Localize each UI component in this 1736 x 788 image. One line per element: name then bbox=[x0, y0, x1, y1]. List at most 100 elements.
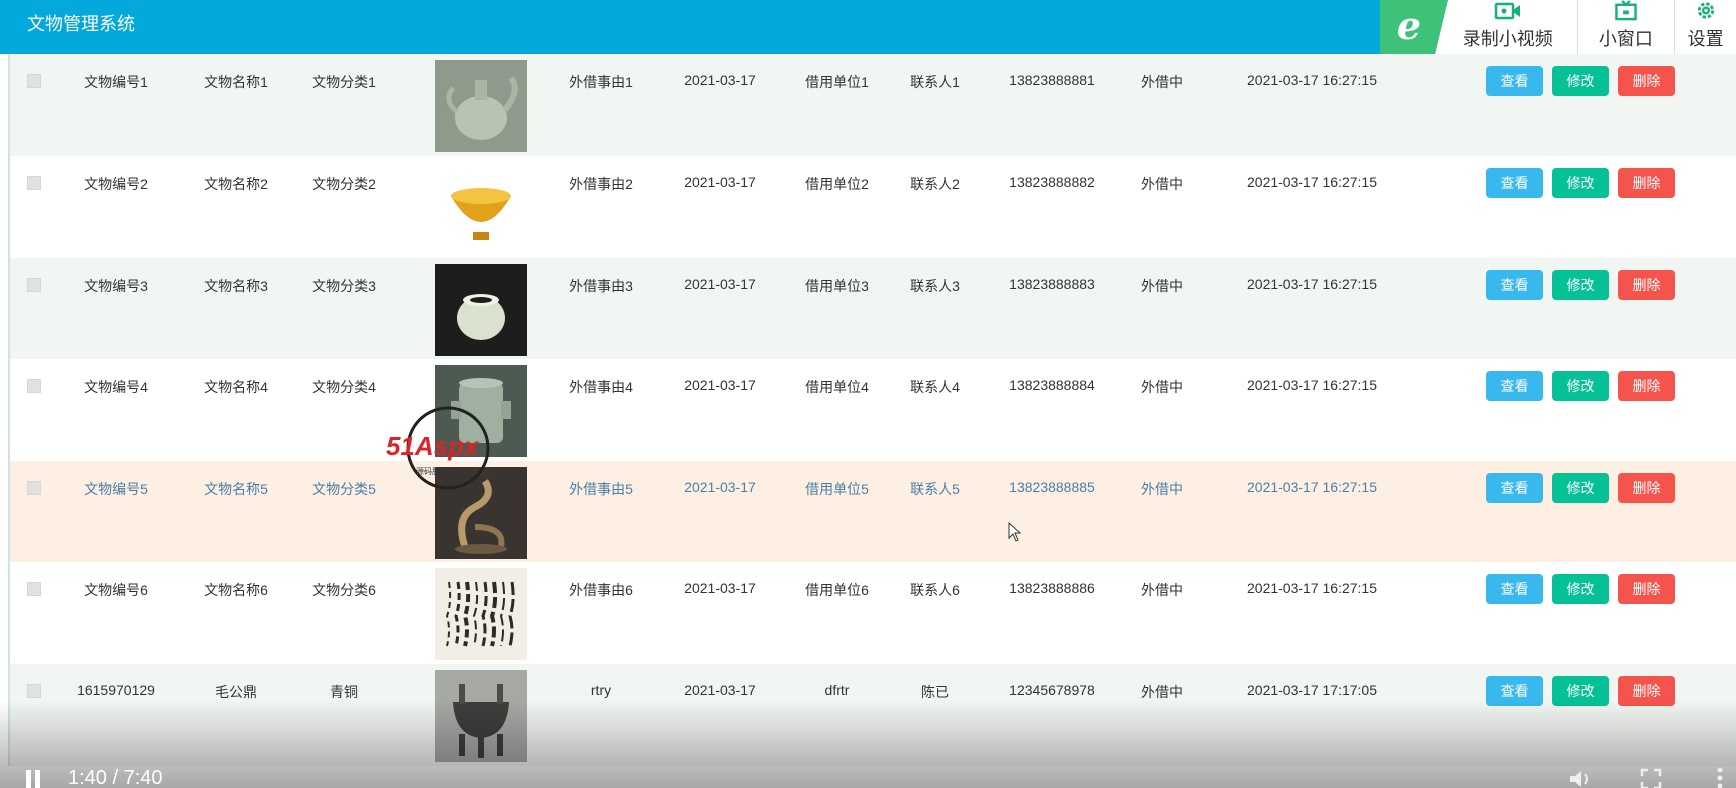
cell-reason: 外借事由1 bbox=[569, 74, 633, 90]
cell-contact: 联系人6 bbox=[910, 582, 960, 598]
artifact-thumbnail bbox=[435, 568, 527, 660]
cell-contact: 联系人4 bbox=[910, 379, 960, 395]
record-video-button[interactable]: 录制小视频 bbox=[1439, 0, 1577, 57]
view-button[interactable]: 查看 bbox=[1486, 371, 1543, 401]
row-checkbox[interactable] bbox=[27, 684, 41, 698]
video-time: 1:40 / 7:40 bbox=[68, 767, 163, 788]
delete-button[interactable]: 删除 bbox=[1618, 371, 1675, 401]
cell-date: 2021-03-17 bbox=[684, 377, 756, 393]
cell-borrower: 借用单位4 bbox=[805, 379, 869, 395]
cell-contact: 陈已 bbox=[921, 684, 949, 700]
delete-button[interactable]: 删除 bbox=[1618, 473, 1675, 503]
cell-code: 文物编号3 bbox=[84, 278, 148, 294]
cell-name: 文物名称1 bbox=[204, 74, 268, 90]
cell-date: 2021-03-17 bbox=[684, 276, 756, 292]
row-checkbox[interactable] bbox=[27, 481, 41, 495]
view-button[interactable]: 查看 bbox=[1486, 168, 1543, 198]
artifact-thumbnail bbox=[435, 60, 527, 152]
cell-phone: 13823888881 bbox=[1009, 72, 1095, 88]
cell-reason: 外借事由3 bbox=[569, 278, 633, 294]
row-checkbox[interactable] bbox=[27, 74, 41, 88]
cell-created: 2021-03-17 17:17:05 bbox=[1247, 682, 1377, 698]
artifact-thumbnail bbox=[435, 264, 527, 356]
cell-contact: 联系人5 bbox=[910, 481, 960, 497]
cell-date: 2021-03-17 bbox=[684, 580, 756, 596]
cell-borrower: dfrtr bbox=[824, 682, 850, 698]
cell-category: 文物分类5 bbox=[312, 481, 376, 497]
row-checkbox[interactable] bbox=[27, 582, 41, 596]
mini-window-button[interactable]: 小窗口 bbox=[1576, 0, 1675, 57]
cell-status: 外借中 bbox=[1141, 74, 1183, 90]
cell-borrower: 借用单位5 bbox=[805, 481, 869, 497]
delete-button[interactable]: 删除 bbox=[1618, 66, 1675, 96]
cell-created: 2021-03-17 16:27:15 bbox=[1247, 72, 1377, 88]
edit-button[interactable]: 修改 bbox=[1552, 270, 1609, 300]
cell-category: 文物分类4 bbox=[312, 379, 376, 395]
cell-created: 2021-03-17 16:27:15 bbox=[1247, 479, 1377, 495]
artifact-thumbnail bbox=[435, 162, 527, 254]
view-button[interactable]: 查看 bbox=[1486, 270, 1543, 300]
cell-borrower: 借用单位1 bbox=[805, 74, 869, 90]
cell-created: 2021-03-17 16:27:15 bbox=[1247, 377, 1377, 393]
view-button[interactable]: 查看 bbox=[1486, 574, 1543, 604]
delete-button[interactable]: 删除 bbox=[1618, 574, 1675, 604]
cell-status: 外借中 bbox=[1141, 582, 1183, 598]
edit-button[interactable]: 修改 bbox=[1552, 66, 1609, 96]
cell-name: 毛公鼎 bbox=[215, 684, 257, 700]
cell-code: 文物编号2 bbox=[84, 176, 148, 192]
pause-icon[interactable] bbox=[24, 770, 42, 788]
row-checkbox[interactable] bbox=[27, 379, 41, 393]
row-checkbox[interactable] bbox=[27, 176, 41, 190]
cell-status: 外借中 bbox=[1141, 278, 1183, 294]
gear-icon bbox=[1697, 2, 1714, 19]
cell-name: 文物名称6 bbox=[204, 582, 268, 598]
cell-reason: 外借事由6 bbox=[569, 582, 633, 598]
cell-reason: 外借事由5 bbox=[569, 481, 633, 497]
fullscreen-icon[interactable] bbox=[1640, 768, 1662, 788]
cell-category: 文物分类1 bbox=[312, 74, 376, 90]
cell-date: 2021-03-17 bbox=[684, 72, 756, 88]
cell-contact: 联系人1 bbox=[910, 74, 960, 90]
cell-created: 2021-03-17 16:27:15 bbox=[1247, 174, 1377, 190]
edit-button[interactable]: 修改 bbox=[1552, 371, 1609, 401]
table-row[interactable]: 文物编号5 文物名称5 文物分类5 外借事由5 2021-03-17 借用单位5 联系人5 1… bbox=[10, 461, 1736, 563]
cell-created: 2021-03-17 16:27:15 bbox=[1247, 276, 1377, 292]
edit-button[interactable]: 修改 bbox=[1552, 574, 1609, 604]
cell-status: 外借中 bbox=[1141, 176, 1183, 192]
cell-contact: 联系人3 bbox=[910, 278, 960, 294]
table-row[interactable]: 文物编号2 文物名称2 文物分类2 外借事由2 2021-03-17 借用单位2 联系人2 1… bbox=[10, 156, 1736, 258]
view-button[interactable]: 查看 bbox=[1486, 66, 1543, 96]
table-row[interactable]: 文物编号6 文物名称6 文物分类6 外借事由6 2021-03-17 借用单位6 联系人6 1… bbox=[10, 562, 1736, 664]
cell-code: 文物编号4 bbox=[84, 379, 148, 395]
cell-status: 外借中 bbox=[1141, 481, 1183, 497]
cell-borrower: 借用单位2 bbox=[805, 176, 869, 192]
table-row[interactable]: 文物编号4 文物名称4 文物分类4 外借事由4 2021-03-17 借用单位4 联系人4 1… bbox=[10, 359, 1736, 461]
cell-name: 文物名称3 bbox=[204, 278, 268, 294]
settings-label: 设置 bbox=[1687, 29, 1724, 49]
edit-button[interactable]: 修改 bbox=[1552, 168, 1609, 198]
cell-code: 文物编号5 bbox=[84, 481, 148, 497]
edit-button[interactable]: 修改 bbox=[1552, 473, 1609, 503]
cell-borrower: 借用单位6 bbox=[805, 582, 869, 598]
cell-created: 2021-03-17 16:27:15 bbox=[1247, 580, 1377, 596]
watermark-tagline: 源码服务专家 bbox=[416, 466, 464, 476]
delete-button[interactable]: 删除 bbox=[1618, 168, 1675, 198]
cell-phone: 13823888884 bbox=[1009, 377, 1095, 393]
delete-button[interactable]: 删除 bbox=[1618, 270, 1675, 300]
cell-phone: 12345678978 bbox=[1009, 682, 1095, 698]
cell-date: 2021-03-17 bbox=[684, 479, 756, 495]
table-row[interactable]: 文物编号1 文物名称1 文物分类1 外借事由1 2021-03-17 借用单位1 联系人1 1… bbox=[10, 54, 1736, 156]
cell-reason: rtry bbox=[590, 682, 612, 698]
row-checkbox[interactable] bbox=[27, 278, 41, 292]
table-row[interactable]: 文物编号3 文物名称3 文物分类3 外借事由3 2021-03-17 借用单位3 联系人3 1… bbox=[10, 258, 1736, 360]
app-title: 文物管理系统 bbox=[27, 14, 135, 34]
mini-window-label: 小窗口 bbox=[1598, 29, 1653, 49]
cell-reason: 外借事由4 bbox=[569, 379, 633, 395]
more-options-icon[interactable] bbox=[1716, 766, 1724, 788]
view-button[interactable]: 查看 bbox=[1486, 473, 1543, 503]
volume-icon[interactable] bbox=[1568, 768, 1594, 788]
settings-button[interactable]: 设置 bbox=[1674, 0, 1736, 57]
video-controls: 1:40 / 7:40 bbox=[0, 760, 1736, 788]
cell-name: 文物名称5 bbox=[204, 481, 268, 497]
cell-category: 文物分类6 bbox=[312, 582, 376, 598]
